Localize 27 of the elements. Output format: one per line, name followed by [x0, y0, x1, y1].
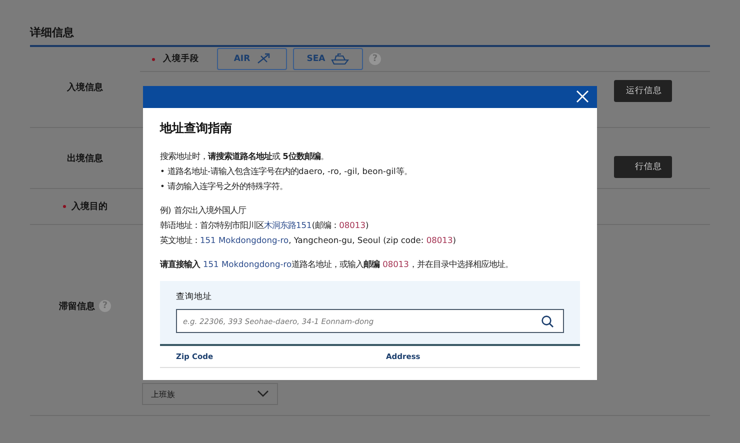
dropdown[interactable]: 上班族 [142, 383, 278, 405]
search-icon[interactable] [541, 315, 554, 328]
ship-icon [331, 53, 350, 65]
flight-info-button[interactable]: 行信息 [614, 156, 672, 178]
transport-option[interactable]: SEA [293, 48, 363, 70]
modal-title: 地址查询指南 [160, 120, 233, 137]
chevron-down-icon [257, 390, 269, 398]
close-icon[interactable] [576, 90, 589, 103]
help-icon[interactable]: ? [369, 53, 381, 65]
row-label: 滞留信息 [59, 300, 95, 313]
section-title: 详细信息 [30, 25, 710, 47]
guide-text: 请直接输入 151 Mokdongdong-ro道路名地址，或输入邮编 08013，并在目录中选择相应地址。 [160, 258, 514, 271]
flight-info-button[interactable]: 运行信息 [614, 80, 672, 102]
row-label: 入境信息 [67, 81, 103, 94]
field-label: 入境手段 [163, 53, 199, 65]
guide-text: 韩语地址：首尔特别市阳川区木洞东路151(邮编：08013) [160, 219, 370, 232]
help-icon[interactable]: ? [99, 300, 111, 312]
transport-option[interactable]: AIR [217, 48, 287, 70]
guide-text: 例) 首尔出入境外国人厅 [160, 204, 248, 217]
guide-text: 搜索地址时，请搜索道路名地址或 5位数邮编。 [160, 150, 330, 163]
guide-text: 英文地址：151 Mokdongdong-ro, Yangcheon-gu, Seoul (zip code: 08013) [160, 234, 457, 247]
row-label: 出境信息 [67, 152, 103, 164]
search-label: 查询地址 [176, 291, 213, 303]
row-label: 入境目的 [72, 200, 108, 213]
airplane-icon [256, 53, 270, 65]
guide-text: • 道路名地址-请输入包含连字号在内的daero, -ro, -gil, beon-gil等。 [160, 165, 413, 178]
guide-text: • 请勿输入连字号之外的特殊字符。 [160, 180, 289, 193]
